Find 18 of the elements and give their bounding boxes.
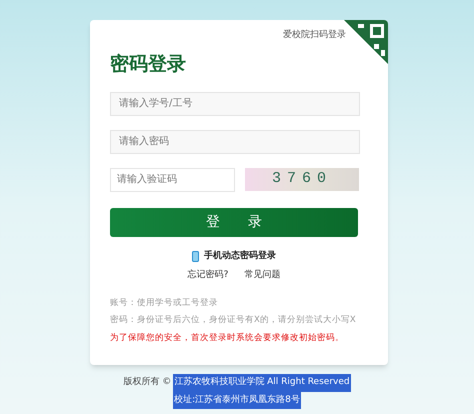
phone-login-link[interactable]: 手机动态密码登录 [204, 250, 276, 263]
hint-text: 密码：身份证号后六位，身份证号有X的，请分别尝试大小写X [110, 314, 357, 327]
address-text: 校址:江苏省泰州市凤凰东路8号 [173, 392, 301, 409]
hint-text: 账号：使用学号或工号登录 [110, 296, 219, 310]
phone-icon [192, 250, 199, 262]
captcha-field[interactable]: 请输入验证码 [110, 168, 235, 192]
captcha-image[interactable]: 3760 [245, 168, 359, 191]
login-button[interactable]: 登 录 [110, 208, 358, 236]
help-link[interactable]: 常见问题 [244, 269, 280, 282]
qr-login-link[interactable]: 爱校院扫码登录 [283, 29, 346, 42]
copyright-text: 江苏农牧科技职业学院 All Right Reserved [173, 374, 351, 392]
help-link[interactable]: 忘记密码? [188, 269, 228, 282]
input-field[interactable]: 请输入学号/工号 [110, 92, 360, 116]
input-field[interactable]: 请输入密码 [110, 130, 360, 154]
qr-code-icon[interactable] [344, 20, 388, 64]
copyright-label: 版权所有 © [123, 376, 172, 389]
warning-text: 为了保障您的安全，首次登录时系统会要求修改初始密码。 [110, 332, 345, 345]
page-title: 密码登录 [110, 54, 187, 74]
